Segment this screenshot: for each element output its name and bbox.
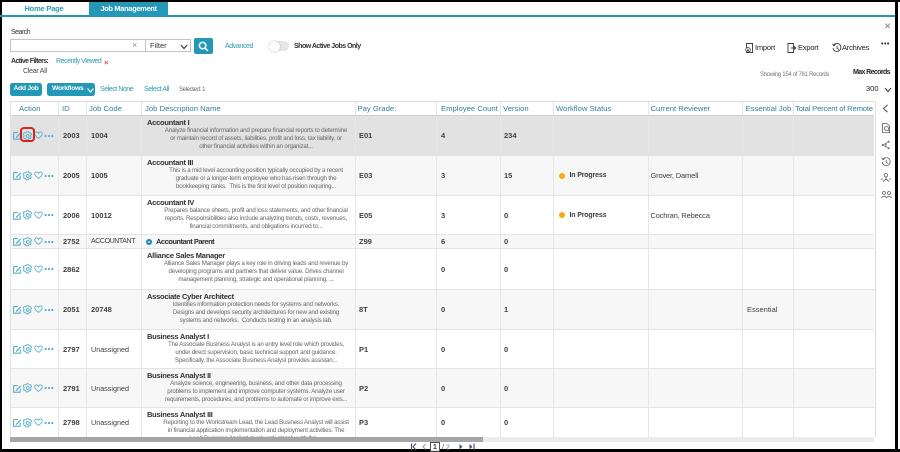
svg-text:1: 1 [433, 444, 437, 451]
svg-text:/: / [442, 444, 444, 451]
svg-text:2: 2 [446, 444, 450, 451]
